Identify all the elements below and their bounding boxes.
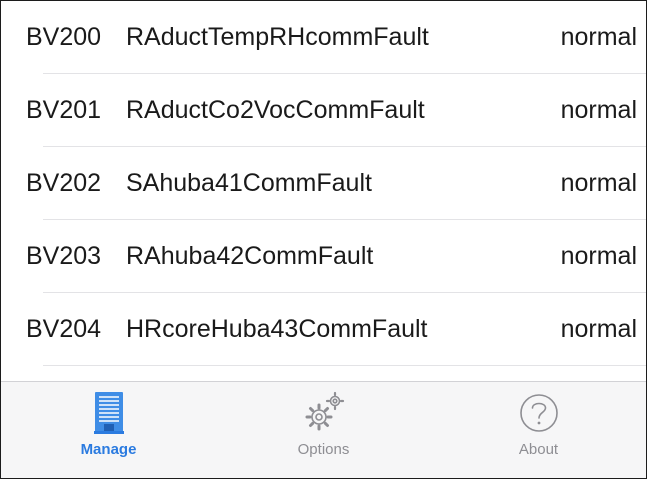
object-list: BV200 RAductTempRHcommFault normal BV201…	[1, 1, 646, 381]
object-name: RAductCo2VocCommFault	[126, 96, 425, 124]
gears-icon	[302, 391, 346, 435]
tab-label: About	[518, 441, 559, 458]
object-id: BV204	[26, 315, 102, 343]
tab-about[interactable]: About	[431, 382, 646, 478]
object-status: normal	[560, 169, 637, 197]
object-name: SAhuba41CommFault	[126, 169, 372, 197]
object-status: normal	[560, 242, 637, 270]
tab-options[interactable]: Options	[216, 382, 431, 478]
building-icon	[87, 391, 131, 435]
list-item[interactable]: BV203 RAhuba42CommFault normal	[1, 220, 646, 293]
object-id: BV200	[26, 23, 102, 51]
tab-bar: Manage Options About	[1, 381, 646, 478]
object-id: BV202	[26, 169, 102, 197]
tab-label: Manage	[80, 441, 137, 458]
app-frame: BV200 RAductTempRHcommFault normal BV201…	[0, 0, 647, 479]
list-item[interactable]: BV204 HRcoreHuba43CommFault normal	[1, 293, 646, 366]
object-name: HRcoreHuba43CommFault	[126, 315, 428, 343]
list-item[interactable]: BV202 SAhuba41CommFault normal	[1, 147, 646, 220]
object-status: normal	[560, 315, 637, 343]
list-item[interactable]: BV201 RAductCo2VocCommFault normal	[1, 74, 646, 147]
object-id: BV201	[26, 96, 102, 124]
object-status: normal	[560, 23, 637, 51]
object-name: RAductTempRHcommFault	[126, 23, 429, 51]
list-item[interactable]: BV200 RAductTempRHcommFault normal	[1, 1, 646, 74]
object-id: BV203	[26, 242, 102, 270]
question-circle-icon	[517, 391, 561, 435]
tab-label: Options	[297, 441, 350, 458]
tab-manage[interactable]: Manage	[1, 382, 216, 478]
object-status: normal	[560, 96, 637, 124]
object-name: RAhuba42CommFault	[126, 242, 374, 270]
